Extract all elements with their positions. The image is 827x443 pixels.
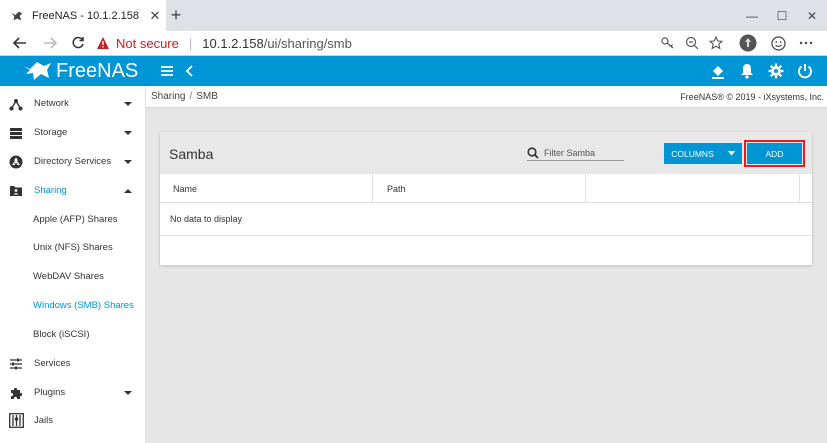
sidebar-item-plugins[interactable]: Plugins [0, 378, 146, 407]
jails-icon [8, 413, 24, 429]
column-header-name[interactable]: Name [160, 174, 373, 203]
sidebar-label: Plugins [34, 387, 66, 398]
close-tab-icon[interactable]: ✕ [144, 8, 166, 24]
close-window-icon[interactable]: ✕ [792, 0, 827, 31]
card-title: Samba [169, 146, 214, 162]
table-divider [160, 235, 812, 236]
breadcrumb-separator: / [189, 91, 193, 102]
filter-input[interactable] [544, 147, 622, 158]
sidebar: Network Storage Directory Services Shari… [0, 86, 146, 443]
sidebar-label: Windows (SMB) Shares [33, 300, 134, 311]
copyright-text: FreeNAS® © 2019 - iXsystems, Inc. [680, 92, 824, 102]
new-tab-icon[interactable]: + [168, 5, 184, 25]
sidebar-item-afp-shares[interactable]: Apple (AFP) Shares [0, 205, 146, 234]
sidebar-item-sharing[interactable]: Sharing [0, 176, 146, 205]
sidebar-item-storage[interactable]: Storage [0, 118, 146, 147]
tab-title: FreeNAS - 10.1.2.158 [32, 9, 140, 22]
breadcrumb-item-smb: SMB [196, 91, 218, 102]
logo-text: FreeNAS [56, 59, 139, 82]
reload-icon[interactable] [68, 34, 88, 52]
directory-services-icon [8, 154, 24, 170]
favorite-star-icon[interactable] [706, 34, 726, 52]
column-header-path[interactable]: Path [373, 174, 586, 203]
sidebar-label: Apple (AFP) Shares [33, 214, 118, 225]
theme-paint-icon[interactable] [708, 61, 728, 81]
columns-button[interactable]: COLUMNS [664, 143, 742, 164]
url-field[interactable]: Not secure | 10.1.2.158/ui/sharing/smb [96, 34, 352, 52]
search-icon [527, 146, 539, 159]
sidebar-label: Sharing [34, 185, 67, 196]
card-header: Samba COLUMNS ADD [160, 132, 812, 174]
sidebar-label: Storage [34, 127, 68, 138]
sidebar-item-smb-shares[interactable]: Windows (SMB) Shares [0, 291, 146, 320]
sidebar-label: Unix (NFS) Shares [33, 242, 113, 253]
zoom-icon[interactable] [682, 34, 702, 52]
sidebar-item-jails[interactable]: Jails [0, 406, 146, 435]
add-button[interactable]: ADD [744, 140, 805, 167]
columns-label: COLUMNS [671, 148, 714, 159]
warning-icon [97, 37, 109, 49]
sidebar-label: Directory Services [34, 156, 112, 167]
chevron-down-icon [124, 130, 132, 135]
sidebar-label: Network [34, 98, 69, 109]
collapse-chevron-icon[interactable] [180, 61, 200, 81]
dropdown-arrow-icon [727, 151, 735, 156]
notifications-bell-icon[interactable] [737, 61, 757, 81]
app-header: FreeNAS [0, 56, 827, 86]
sidebar-item-iscsi[interactable]: Block (iSCSI) [0, 320, 146, 349]
chevron-down-icon [124, 159, 132, 164]
sidebar-item-network[interactable]: Network [0, 89, 146, 118]
url-separator: | [188, 35, 193, 51]
settings-gear-icon[interactable] [766, 61, 786, 81]
storage-icon [8, 125, 24, 141]
filter-field [527, 145, 624, 161]
back-arrow-icon[interactable] [10, 34, 30, 52]
profile-avatar-icon[interactable] [738, 34, 758, 52]
browser-tab-bar: FreeNAS - 10.1.2.158 ✕ + — ☐ ✕ [0, 0, 827, 31]
sidebar-label: WebDAV Shares [33, 271, 104, 282]
puzzle-icon [8, 385, 24, 401]
chevron-down-icon [124, 390, 132, 395]
chevron-up-icon [124, 188, 132, 193]
key-icon[interactable] [658, 34, 678, 52]
services-sliders-icon [8, 356, 24, 372]
main-content: Sharing / SMB FreeNAS® © 2019 - iXsystems,… [146, 86, 827, 443]
sidebar-label: Block (iSCSI) [33, 329, 90, 340]
network-icon [8, 96, 24, 112]
freenas-favicon-icon [11, 11, 23, 20]
browser-address-bar: Not secure | 10.1.2.158/ui/sharing/smb [0, 31, 827, 56]
column-header-actions [586, 174, 800, 203]
sidebar-item-services[interactable]: Services [0, 349, 146, 378]
samba-shares-card: Samba COLUMNS ADD Name Path No data to d… [160, 132, 812, 265]
forward-arrow-icon[interactable] [40, 34, 60, 52]
breadcrumb-bar: Sharing / SMB FreeNAS® © 2019 - iXsystems,… [146, 86, 827, 108]
sidebar-item-directory-services[interactable]: Directory Services [0, 147, 146, 176]
sidebar-label: Services [34, 358, 71, 369]
more-menu-icon[interactable] [796, 34, 816, 52]
chevron-down-icon [124, 101, 132, 106]
url-path: /ui/sharing/smb [263, 35, 352, 51]
table-header: Name Path [160, 174, 812, 203]
smiley-feedback-icon[interactable] [768, 34, 788, 52]
empty-table-message: No data to display [170, 214, 243, 224]
shared-folder-icon [8, 183, 24, 199]
browser-tab[interactable]: FreeNAS - 10.1.2.158 ✕ [0, 0, 166, 31]
freenas-logo[interactable]: FreeNAS [22, 58, 138, 84]
hamburger-menu-icon[interactable] [157, 61, 177, 81]
breadcrumb: Sharing / SMB [151, 91, 218, 102]
security-label: Not secure [116, 35, 179, 51]
breadcrumb-item-sharing[interactable]: Sharing [151, 91, 185, 102]
url-host: 10.1.2.158 [202, 35, 264, 51]
sidebar-item-nfs-shares[interactable]: Unix (NFS) Shares [0, 233, 146, 262]
power-icon[interactable] [795, 61, 815, 81]
freenas-logo-icon [23, 62, 51, 80]
sidebar-item-webdav-shares[interactable]: WebDAV Shares [0, 262, 146, 291]
sidebar-label: Jails [34, 415, 54, 426]
